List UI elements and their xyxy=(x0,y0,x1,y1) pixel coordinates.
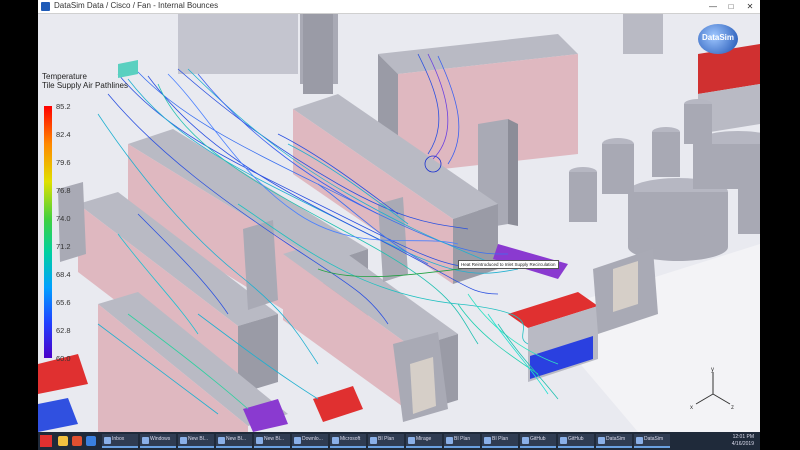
legend-subtitle: Tile Supply Air Pathlines xyxy=(42,81,128,90)
3d-viewport[interactable]: Temperature Tile Supply Air Pathlines 85… xyxy=(38,14,760,432)
axis-label-z: z xyxy=(731,405,734,411)
temperature-legend: Temperature Tile Supply Air Pathlines 85… xyxy=(42,72,162,363)
legend-tick: 76.8 xyxy=(56,186,71,195)
taskbar-app-icon xyxy=(256,437,263,444)
taskbar-item[interactable]: Mirage xyxy=(406,434,442,448)
window-title: DataSim Data / Cisco / Fan - Internal Bo… xyxy=(54,1,219,10)
taskbar-app-icon xyxy=(180,437,187,444)
legend-tick: 60.0 xyxy=(56,354,71,363)
axis-label-x: x xyxy=(690,405,693,411)
taskbar-item-label: Microsoft xyxy=(340,436,361,442)
taskbar-app-icon xyxy=(104,437,111,444)
legend-title: Temperature xyxy=(42,72,87,81)
logo-text: DataSim xyxy=(701,33,734,42)
taskbar-app-icon xyxy=(522,437,529,444)
taskbar-app-icon xyxy=(408,437,415,444)
taskbar-item[interactable]: GitHub xyxy=(558,434,594,448)
taskbar-item[interactable]: GitHub xyxy=(520,434,556,448)
legend-tick: 71.2 xyxy=(56,242,71,251)
taskbar-item[interactable]: New Bl... xyxy=(254,434,290,448)
window-titlebar[interactable]: DataSim Data / Cisco / Fan - Internal Bo… xyxy=(38,0,760,14)
legend-tick: 79.6 xyxy=(56,158,71,167)
taskbar-app-icon xyxy=(446,437,453,444)
taskbar: Inbox Windows New Bl... New Bl... New Bl... D… xyxy=(38,432,760,450)
minimize-button[interactable]: — xyxy=(704,0,722,13)
taskbar-item-label: GitHub xyxy=(568,436,584,442)
taskbar-item-label: Inbox xyxy=(112,436,125,442)
legend-tick: 74.0 xyxy=(56,214,71,223)
taskbar-item[interactable]: BI Plan xyxy=(482,434,518,448)
taskbar-app-icon xyxy=(218,437,225,444)
taskbar-item-label: New Bl... xyxy=(226,436,247,442)
datasim-logo: DataSim xyxy=(698,24,738,54)
taskbar-item-label: DataSim xyxy=(644,436,664,442)
taskbar-item-label: GitHub xyxy=(530,436,546,442)
taskbar-item[interactable]: New Bl... xyxy=(216,434,252,448)
taskbar-app-icon xyxy=(560,437,567,444)
taskbar-app-icon xyxy=(598,437,605,444)
taskbar-item-label: Downlo... xyxy=(302,436,323,442)
legend-tick: 68.4 xyxy=(56,270,71,279)
taskbar-app-icon xyxy=(636,437,643,444)
app-icon xyxy=(41,2,50,11)
close-button[interactable]: ✕ xyxy=(741,0,759,13)
taskbar-item[interactable]: Downlo... xyxy=(292,434,328,448)
taskbar-app-icon xyxy=(370,437,377,444)
desktop-screen: DataSim Data / Cisco / Fan - Internal Bo… xyxy=(38,0,760,450)
taskbar-item-label: BI Plan xyxy=(454,436,471,442)
taskbar-item-label: New Bl... xyxy=(188,436,209,442)
taskbar-item[interactable]: Microsoft xyxy=(330,434,366,448)
taskbar-app-icon xyxy=(332,437,339,444)
start-button[interactable] xyxy=(40,435,52,447)
legend-tick: 82.4 xyxy=(56,130,71,139)
taskbar-item[interactable]: BI Plan xyxy=(368,434,404,448)
clock-time: 12:01 PM xyxy=(732,434,754,440)
taskbar-item-label: DataSim xyxy=(606,436,626,442)
clock-date: 4/16/2019 xyxy=(731,441,754,447)
legend-tick: 65.6 xyxy=(56,298,71,307)
taskbar-item-label: Windows xyxy=(150,436,171,442)
taskbar-app-icon xyxy=(294,437,301,444)
axis-triad: y x z xyxy=(690,367,734,411)
legend-tick: 62.8 xyxy=(56,326,71,335)
annotation-callout: Heat Reintroduced to Inlet Supply Recirc… xyxy=(458,260,559,269)
taskbar-item[interactable]: Windows xyxy=(140,434,176,448)
axis-label-y: y xyxy=(711,367,714,373)
taskbar-item[interactable]: BI Plan xyxy=(444,434,480,448)
legend-tick: 85.2 xyxy=(56,102,71,111)
mail-icon[interactable] xyxy=(86,436,96,446)
file-explorer-icon[interactable] xyxy=(58,436,68,446)
taskbar-item[interactable]: DataSim xyxy=(634,434,670,448)
taskbar-item[interactable]: Inbox xyxy=(102,434,138,448)
taskbar-item[interactable]: DataSim xyxy=(596,434,632,448)
taskbar-item-label: BI Plan xyxy=(492,436,509,442)
taskbar-item[interactable]: New Bl... xyxy=(178,434,214,448)
browser-icon[interactable] xyxy=(72,436,82,446)
legend-color-bar xyxy=(44,106,52,358)
system-clock[interactable]: 12:01 PM 4/16/2019 xyxy=(732,434,754,448)
maximize-button[interactable]: □ xyxy=(722,0,740,13)
taskbar-app-icon xyxy=(484,437,491,444)
taskbar-item-label: New Bl... xyxy=(264,436,285,442)
taskbar-item-label: Mirage xyxy=(416,436,432,442)
taskbar-item-label: BI Plan xyxy=(378,436,395,442)
taskbar-app-icon xyxy=(142,437,149,444)
